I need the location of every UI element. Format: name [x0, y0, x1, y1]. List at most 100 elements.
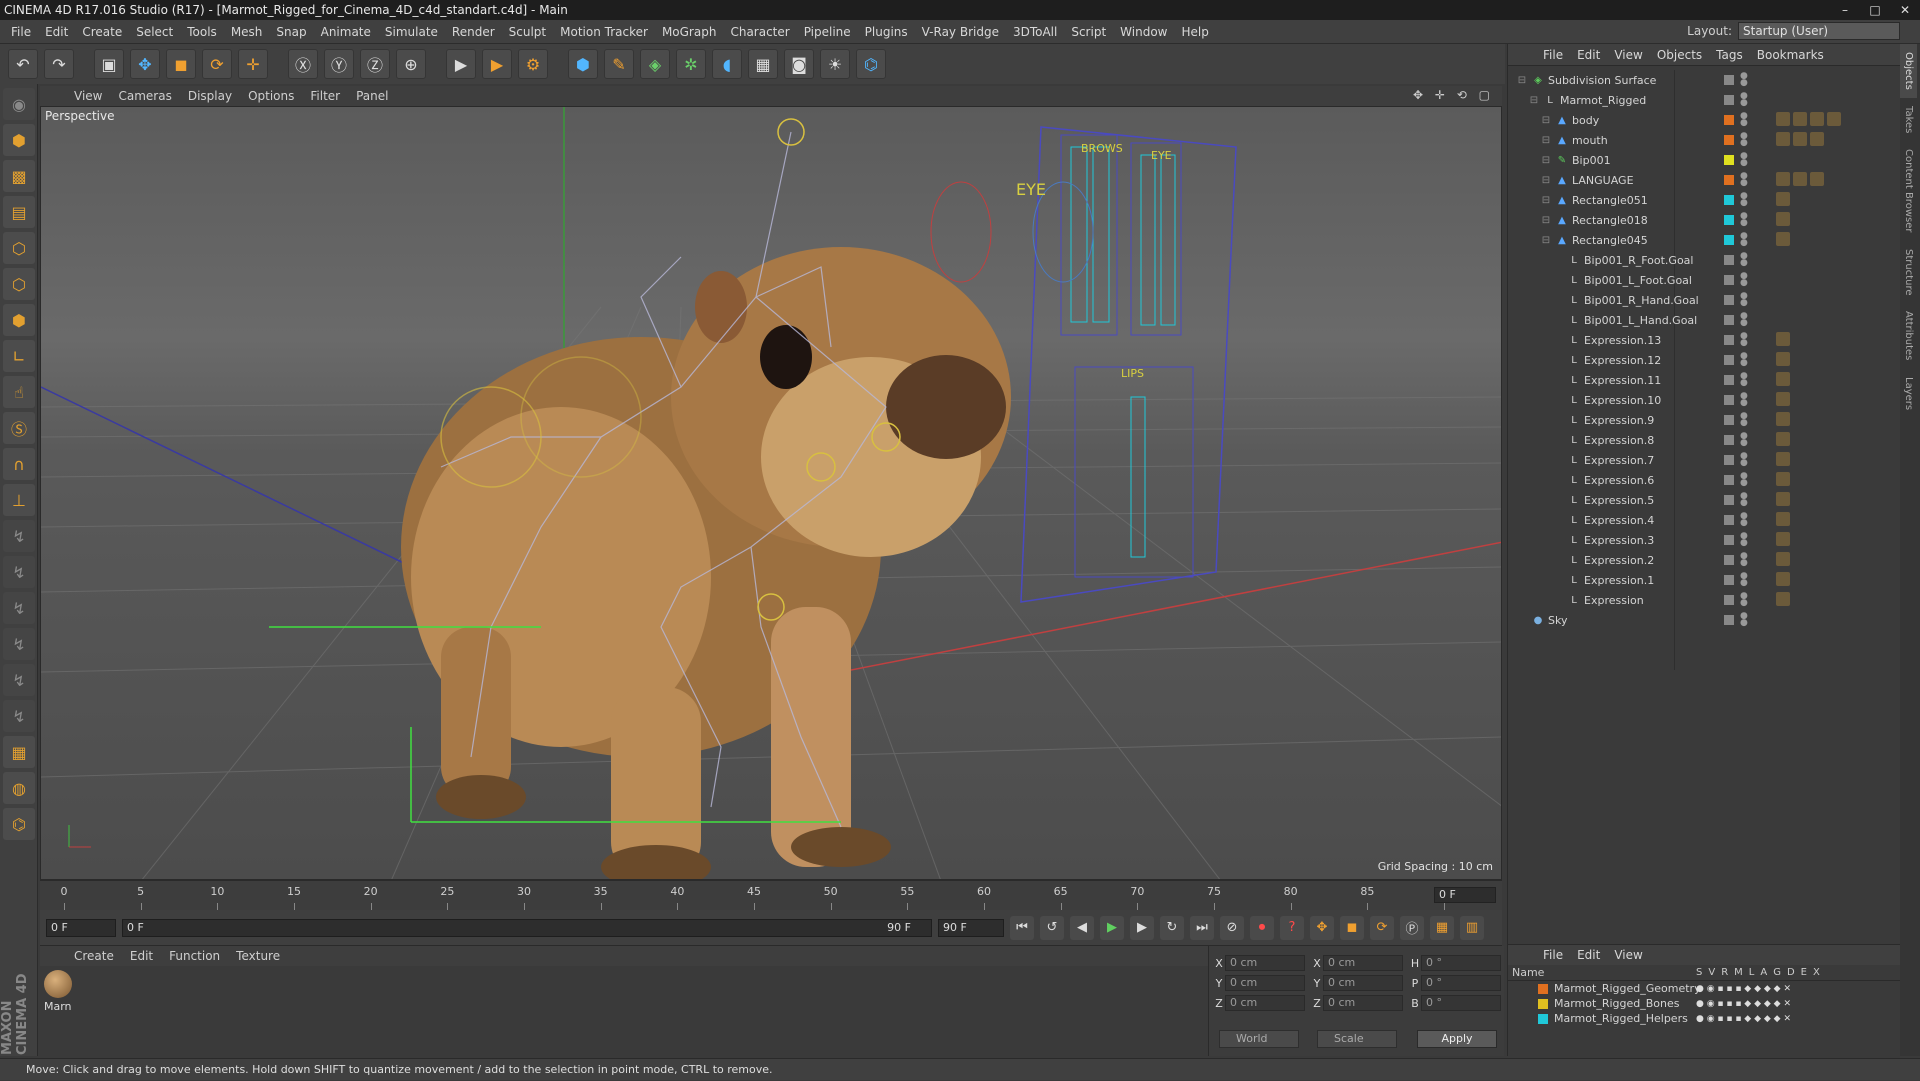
- object-row[interactable]: ● Sky ● ●: [1508, 610, 1901, 630]
- visibility-dots[interactable]: ● ●: [1740, 432, 1748, 448]
- object-row[interactable]: ⊟ ✎ Bip001 ● ●: [1508, 150, 1901, 170]
- expand-icon[interactable]: [1516, 614, 1528, 626]
- array-generator-icon[interactable]: ✲: [676, 49, 706, 79]
- menu-item-plugins[interactable]: Plugins: [858, 25, 915, 39]
- layer-color-tag[interactable]: [1724, 495, 1734, 505]
- object-name[interactable]: Expression.8: [1584, 434, 1654, 447]
- y-axis-lock-icon[interactable]: Ⓨ: [324, 49, 354, 79]
- layer-color-tag[interactable]: [1724, 195, 1734, 205]
- tag-icon[interactable]: [1793, 112, 1807, 126]
- layer-toggle-icons[interactable]: ● ◉ ▪ ▪ ▪ ◆ ◆ ◆ ◆ ✕: [1696, 984, 1791, 994]
- perspective-viewport[interactable]: BROWS EYE EYE LIPS Perspective Grid Spac…: [40, 106, 1502, 880]
- cube-primitive-icon[interactable]: ⬢: [568, 49, 598, 79]
- character-tool-icon[interactable]: ↯: [3, 664, 35, 696]
- expand-icon[interactable]: ⊟: [1540, 194, 1552, 206]
- layer-color-tag[interactable]: [1724, 215, 1734, 225]
- undo-icon[interactable]: ↶: [8, 49, 38, 79]
- visibility-dots[interactable]: ● ●: [1740, 212, 1748, 228]
- object-row[interactable]: L Expression.5 ● ●: [1508, 490, 1901, 510]
- ik-tool-icon[interactable]: ↯: [3, 520, 35, 552]
- points-mode-icon[interactable]: ⬡: [3, 232, 35, 264]
- coordinate-value-field[interactable]: 0 cm: [1323, 955, 1403, 971]
- texture-mode-icon[interactable]: ▩: [3, 160, 35, 192]
- object-name[interactable]: Rectangle018: [1572, 214, 1648, 227]
- side-tab-structure[interactable]: Structure: [1900, 241, 1917, 304]
- expand-icon[interactable]: [1552, 254, 1564, 266]
- tag-icon[interactable]: [1810, 132, 1824, 146]
- menu-item-render[interactable]: Render: [445, 25, 502, 39]
- next-frame-icon[interactable]: ▶: [1130, 915, 1154, 940]
- visibility-dots[interactable]: ● ●: [1740, 152, 1748, 168]
- tag-icon[interactable]: [1776, 392, 1790, 406]
- tag-icon[interactable]: [1776, 332, 1790, 346]
- layer-color-tag[interactable]: [1724, 115, 1734, 125]
- object-name[interactable]: Bip001_R_Foot.Goal: [1584, 254, 1693, 267]
- scale-tool-icon[interactable]: ◼: [166, 49, 196, 79]
- visibility-dots[interactable]: ● ●: [1740, 232, 1748, 248]
- visibility-dots[interactable]: ● ●: [1740, 512, 1748, 528]
- object-row[interactable]: L Expression.11 ● ●: [1508, 370, 1901, 390]
- object-row[interactable]: L Expression ● ●: [1508, 590, 1901, 610]
- expand-icon[interactable]: [1552, 314, 1564, 326]
- recent-tool-icon[interactable]: ✛: [238, 49, 268, 79]
- current-frame-field[interactable]: 0 F: [1434, 887, 1496, 903]
- coordinate-system-icon[interactable]: ⊕: [396, 49, 426, 79]
- object-row[interactable]: L Expression.6 ● ●: [1508, 470, 1901, 490]
- object-row[interactable]: ⊟ ▲ body ● ●: [1508, 110, 1901, 130]
- object-row[interactable]: ⊟ ▲ mouth ● ●: [1508, 130, 1901, 150]
- coordinate-value-field[interactable]: 0 °: [1421, 975, 1501, 991]
- pose-tool-icon[interactable]: ↯: [3, 556, 35, 588]
- visibility-dots[interactable]: ● ●: [1740, 392, 1748, 408]
- visibility-dots[interactable]: ● ●: [1740, 192, 1748, 208]
- tag-icon[interactable]: [1776, 232, 1790, 246]
- tag-icon[interactable]: [1793, 132, 1807, 146]
- expand-icon[interactable]: [1552, 574, 1564, 586]
- layer-color-tag[interactable]: [1724, 455, 1734, 465]
- camera-icon[interactable]: ◙: [784, 49, 814, 79]
- side-tab-objects[interactable]: Objects: [1900, 44, 1917, 98]
- object-row[interactable]: L Expression.8 ● ●: [1508, 430, 1901, 450]
- snap-icon[interactable]: Ⓢ: [3, 412, 35, 444]
- viewport-menu-filter[interactable]: Filter: [302, 89, 348, 103]
- menu-item-sculpt[interactable]: Sculpt: [502, 25, 553, 39]
- layer-color-tag[interactable]: [1724, 95, 1734, 105]
- layer-color-swatch[interactable]: [1538, 998, 1548, 1009]
- tag-icon[interactable]: [1776, 552, 1790, 566]
- visibility-dots[interactable]: ● ●: [1740, 112, 1748, 128]
- object-row[interactable]: ⊟ ▲ LANGUAGE ● ●: [1508, 170, 1901, 190]
- render-view-icon[interactable]: ▶: [446, 49, 476, 79]
- menu-item-script[interactable]: Script: [1064, 25, 1113, 39]
- object-row[interactable]: L Expression.2 ● ●: [1508, 550, 1901, 570]
- coordinate-mode-dropdown[interactable]: World: [1219, 1030, 1299, 1048]
- spline-pen-icon[interactable]: ✎: [604, 49, 634, 79]
- object-row[interactable]: L Expression.3 ● ●: [1508, 530, 1901, 550]
- tweak-mode-icon[interactable]: ☝: [3, 376, 35, 408]
- tag-icon[interactable]: [1776, 572, 1790, 586]
- menu-item-edit[interactable]: Edit: [38, 25, 75, 39]
- layer-color-tag[interactable]: [1724, 75, 1734, 85]
- edit-render-settings-icon[interactable]: ⚙: [518, 49, 548, 79]
- side-tab-layers[interactable]: Layers: [1900, 369, 1917, 418]
- object-name[interactable]: Marmot_Rigged: [1560, 94, 1646, 107]
- object-menu-objects[interactable]: Objects: [1650, 48, 1709, 62]
- visibility-dots[interactable]: ● ●: [1740, 612, 1748, 628]
- object-menu-edit[interactable]: Edit: [1570, 48, 1607, 62]
- object-row[interactable]: L Expression.9 ● ●: [1508, 410, 1901, 430]
- object-name[interactable]: Expression: [1584, 594, 1644, 607]
- visibility-dots[interactable]: ● ●: [1740, 492, 1748, 508]
- key-parameter-icon[interactable]: Ⓟ: [1400, 915, 1424, 940]
- python-script-icon[interactable]: ⌬: [3, 808, 35, 840]
- expand-icon[interactable]: ⊟: [1528, 94, 1540, 106]
- menu-item-help[interactable]: Help: [1174, 25, 1215, 39]
- layer-menu-edit[interactable]: Edit: [1570, 948, 1607, 962]
- material-name[interactable]: Marn: [44, 1000, 72, 1013]
- coordinate-value-field[interactable]: 0 °: [1421, 955, 1501, 971]
- coordinate-scale-dropdown[interactable]: Scale: [1317, 1030, 1397, 1048]
- expand-icon[interactable]: [1552, 434, 1564, 446]
- expand-icon[interactable]: [1552, 474, 1564, 486]
- object-row[interactable]: ⊟ ▲ Rectangle018 ● ●: [1508, 210, 1901, 230]
- axis-mode-icon[interactable]: ∟: [3, 340, 35, 372]
- visibility-dots[interactable]: ● ●: [1740, 452, 1748, 468]
- polygons-mode-icon[interactable]: ⬢: [3, 304, 35, 336]
- key-pla-icon[interactable]: ▦: [1430, 915, 1454, 940]
